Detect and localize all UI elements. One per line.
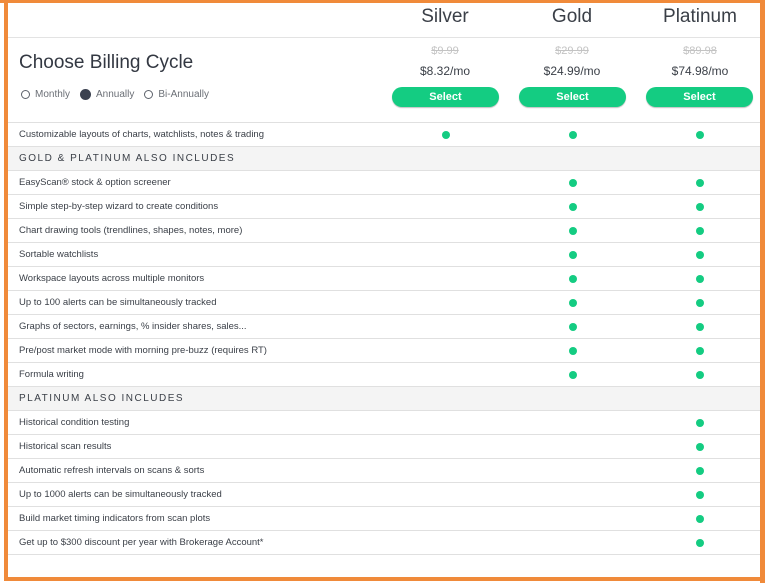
feature-label: Build market timing indicators from scan… xyxy=(19,513,211,524)
included-dot-icon-gold xyxy=(569,179,577,187)
feature-row: Get up to $300 discount per year with Br… xyxy=(8,530,760,555)
billing-cycle-options: Monthly Annually Bi-Annually xyxy=(21,89,219,100)
section-label: PLATINUM ALSO INCLUDES xyxy=(19,393,185,404)
included-dot-icon-platinum xyxy=(696,443,704,451)
included-dot-icon-gold xyxy=(569,299,577,307)
feature-label: Simple step-by-step wizard to create con… xyxy=(19,201,219,212)
current-price: $74.98/mo xyxy=(671,64,729,78)
included-dot-icon-platinum xyxy=(696,299,704,307)
included-dot-icon-gold xyxy=(569,251,577,259)
included-dot-icon-platinum xyxy=(696,347,704,355)
feature-label: EasyScan® stock & option screener xyxy=(19,177,171,188)
price-silver: $9.99 $8.32/mo xyxy=(390,45,500,78)
current-price: $8.32/mo xyxy=(419,64,471,78)
included-dot-icon-silver xyxy=(442,131,450,139)
included-dot-icon-gold xyxy=(569,227,577,235)
feature-label: Automatic refresh intervals on scans & s… xyxy=(19,465,205,476)
header-divider xyxy=(8,37,760,38)
frame-border-right xyxy=(760,0,765,583)
included-dot-icon-platinum xyxy=(696,515,704,523)
feature-table: Customizable layouts of charts, watchlis… xyxy=(8,122,760,555)
feature-row: Up to 100 alerts can be simultaneously t… xyxy=(8,290,760,314)
plan-name-gold: Gold xyxy=(551,6,593,27)
frame-border-top xyxy=(0,0,765,3)
included-dot-icon-platinum xyxy=(696,491,704,499)
feature-label: Historical condition testing xyxy=(19,417,130,428)
feature-label: Chart drawing tools (trendlines, shapes,… xyxy=(19,225,243,236)
section-label: GOLD & PLATINUM ALSO INCLUDES xyxy=(19,153,236,164)
radio-unchecked-icon xyxy=(21,90,30,99)
old-price: $29.99 xyxy=(555,45,589,57)
included-dot-icon-gold xyxy=(569,275,577,283)
feature-row: EasyScan® stock & option screener xyxy=(8,170,760,194)
feature-row: Historical scan results xyxy=(8,434,760,458)
old-price: $89.98 xyxy=(683,45,717,57)
section-header-row: PLATINUM ALSO INCLUDES xyxy=(8,386,760,410)
included-dot-icon-platinum xyxy=(696,203,704,211)
feature-label: Historical scan results xyxy=(19,441,112,452)
radio-checked-icon xyxy=(80,89,92,100)
radio-monthly[interactable]: Monthly xyxy=(21,89,70,100)
feature-label: Get up to $300 discount per year with Br… xyxy=(19,537,264,548)
included-dot-icon-gold xyxy=(569,203,577,211)
feature-label: Graphs of sectors, earnings, % insider s… xyxy=(19,321,247,332)
feature-row: Graphs of sectors, earnings, % insider s… xyxy=(8,314,760,338)
old-price: $9.99 xyxy=(431,45,459,57)
included-dot-icon-platinum xyxy=(696,539,704,547)
feature-label: Up to 1000 alerts can be simultaneously … xyxy=(19,489,222,500)
included-dot-icon-platinum xyxy=(696,419,704,427)
price-platinum: $89.98 $74.98/mo xyxy=(645,45,755,78)
feature-row: Build market timing indicators from scan… xyxy=(8,506,760,530)
feature-row: Simple step-by-step wizard to create con… xyxy=(8,194,760,218)
feature-label: Sortable watchlists xyxy=(19,249,99,260)
plan-name-silver: Silver xyxy=(421,6,469,27)
radio-label: Annually xyxy=(96,89,135,100)
radio-unchecked-icon xyxy=(144,90,154,99)
included-dot-icon-platinum xyxy=(696,131,704,139)
feature-row: Customizable layouts of charts, watchlis… xyxy=(8,122,760,146)
feature-row: Chart drawing tools (trendlines, shapes,… xyxy=(8,218,760,242)
price-gold: $29.99 $24.99/mo xyxy=(517,45,627,78)
feature-label: Up to 100 alerts can be simultaneously t… xyxy=(19,297,217,308)
feature-label: Formula writing xyxy=(19,369,84,380)
feature-label: Pre/post market mode with morning pre-bu… xyxy=(19,345,267,356)
included-dot-icon-platinum xyxy=(696,251,704,259)
included-dot-icon-platinum xyxy=(696,179,704,187)
section-header-row: GOLD & PLATINUM ALSO INCLUDES xyxy=(8,146,760,170)
feature-row: Historical condition testing xyxy=(8,410,760,434)
current-price: $24.99/mo xyxy=(543,64,601,78)
feature-row: Sortable watchlists xyxy=(8,242,760,266)
included-dot-icon-platinum xyxy=(696,227,704,235)
radio-bi-annually[interactable]: Bi-Annually xyxy=(144,89,209,100)
included-dot-icon-platinum xyxy=(696,275,704,283)
feature-row: Pre/post market mode with morning pre-bu… xyxy=(8,338,760,362)
included-dot-icon-platinum xyxy=(696,323,704,331)
select-platinum-button[interactable]: Select xyxy=(646,87,753,107)
included-dot-icon-gold xyxy=(569,323,577,331)
feature-row: Up to 1000 alerts can be simultaneously … xyxy=(8,482,760,506)
pricing-frame: Silver Gold Platinum Choose Billing Cycl… xyxy=(0,0,765,583)
select-gold-button[interactable]: Select xyxy=(519,87,626,107)
feature-label: Workspace layouts across multiple monito… xyxy=(19,273,205,284)
radio-label: Bi-Annually xyxy=(158,89,209,100)
included-dot-icon-gold xyxy=(569,347,577,355)
included-dot-icon-gold xyxy=(569,131,577,139)
included-dot-icon-platinum xyxy=(696,467,704,475)
frame-border-bottom xyxy=(4,577,765,581)
billing-cycle-title: Choose Billing Cycle xyxy=(19,52,194,73)
feature-row: Automatic refresh intervals on scans & s… xyxy=(8,458,760,482)
feature-label: Customizable layouts of charts, watchlis… xyxy=(19,129,265,140)
radio-annually[interactable]: Annually xyxy=(80,89,134,100)
select-silver-button[interactable]: Select xyxy=(392,87,499,107)
plan-name-platinum: Platinum xyxy=(663,6,737,27)
included-dot-icon-platinum xyxy=(696,371,704,379)
feature-row: Formula writing xyxy=(8,362,760,386)
radio-label: Monthly xyxy=(35,89,71,100)
feature-row: Workspace layouts across multiple monito… xyxy=(8,266,760,290)
included-dot-icon-gold xyxy=(569,371,577,379)
